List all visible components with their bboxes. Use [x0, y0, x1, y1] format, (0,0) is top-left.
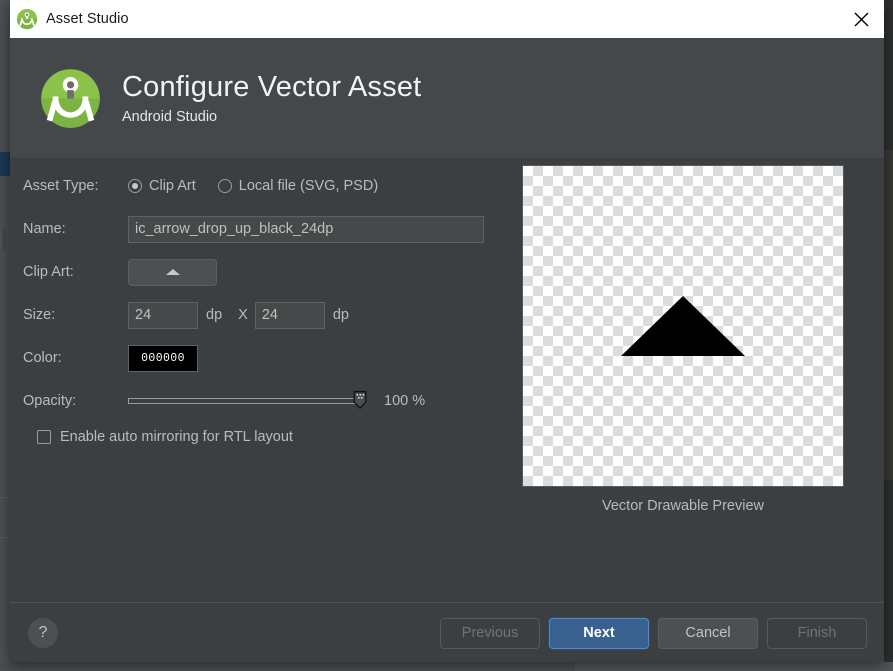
- background-divider: [0, 497, 10, 498]
- dialog-footer: ? Previous Next Cancel Finish: [10, 602, 884, 662]
- preview-panel: Vector Drawable Preview: [522, 165, 844, 514]
- size-label: Size:: [23, 307, 56, 323]
- name-input[interactable]: [128, 215, 484, 243]
- asset-type-label: Asset Type:: [23, 178, 99, 194]
- next-button[interactable]: Next: [549, 617, 649, 649]
- opacity-slider[interactable]: [128, 390, 367, 412]
- size-width-input[interactable]: [128, 301, 198, 329]
- android-studio-compass-logo: [37, 65, 104, 132]
- radio-clip-art-label: Clip Art: [149, 178, 196, 194]
- color-swatch-button[interactable]: 000000: [128, 344, 198, 372]
- radio-local-file-indicator: [217, 179, 232, 193]
- radio-clip-art-indicator: [128, 179, 142, 193]
- dialog-button-group: Previous Next Cancel Finish: [440, 617, 867, 649]
- triangle-up-icon: [621, 296, 745, 356]
- help-button[interactable]: ?: [28, 618, 58, 648]
- color-hex-value: 000000: [141, 351, 185, 365]
- radio-local-file-label: Local file (SVG, PSD): [238, 178, 379, 194]
- radio-clip-art[interactable]: Clip Art: [128, 178, 196, 194]
- size-width-unit: dp: [206, 307, 223, 323]
- size-row: Size: dp X dp: [23, 301, 503, 329]
- dialog-title: Asset Studio: [46, 11, 129, 27]
- preview-caption: Vector Drawable Preview: [602, 498, 764, 514]
- asset-type-row: Asset Type: Clip Art Local file (SVG, PS…: [23, 172, 503, 200]
- opacity-label: Opacity:: [23, 393, 77, 409]
- background-selected-line: [0, 152, 10, 176]
- color-row: Color: 000000: [23, 344, 503, 372]
- clip-art-picker-button[interactable]: [128, 258, 217, 286]
- vector-asset-form: Asset Type: Clip Art Local file (SVG, PS…: [23, 172, 503, 445]
- question-mark-icon: ?: [38, 624, 48, 641]
- name-row: Name:: [23, 215, 503, 243]
- name-label: Name:: [23, 221, 66, 237]
- size-height-unit: dp: [332, 307, 349, 323]
- clip-art-row: Clip Art:: [23, 258, 503, 286]
- page-title: Configure Vector Asset: [122, 71, 422, 103]
- cancel-button[interactable]: Cancel: [658, 617, 758, 649]
- opacity-slider-thumb[interactable]: [353, 391, 367, 409]
- previous-button: Previous: [440, 617, 540, 649]
- page-subtitle: Android Studio: [122, 109, 218, 125]
- radio-local-file[interactable]: Local file (SVG, PSD): [217, 178, 379, 194]
- clip-art-label: Clip Art:: [23, 264, 74, 280]
- opacity-slider-track: [128, 398, 360, 404]
- background-status-bar-shade: [575, 662, 893, 671]
- asset-studio-dialog: Asset Studio Configure Vector Asset Andr…: [10, 0, 884, 662]
- triangle-up-icon: [165, 269, 180, 275]
- dialog-title-bar: Asset Studio: [10, 0, 884, 38]
- opacity-value: 100 %: [384, 393, 426, 409]
- background-editor-gutter: [0, 0, 10, 671]
- dialog-header: Configure Vector Asset Android Studio: [10, 38, 884, 158]
- size-height-input[interactable]: [254, 301, 325, 329]
- finish-button: Finish: [767, 617, 867, 649]
- rtl-mirroring-label: Enable auto mirroring for RTL layout: [60, 429, 293, 445]
- opacity-row: Opacity: 100 %: [23, 387, 503, 415]
- color-label: Color:: [23, 350, 62, 366]
- rtl-mirroring-checkbox[interactable]: Enable auto mirroring for RTL layout: [37, 429, 503, 445]
- background-code-marker: [3, 228, 6, 250]
- size-separator: X: [238, 307, 248, 323]
- close-icon[interactable]: [838, 0, 884, 38]
- background-divider: [0, 537, 10, 538]
- rtl-mirroring-checkbox-box: [37, 430, 51, 444]
- dialog-body: Asset Type: Clip Art Local file (SVG, PS…: [10, 158, 884, 602]
- preview-canvas: [522, 165, 844, 487]
- android-studio-icon: [16, 8, 38, 30]
